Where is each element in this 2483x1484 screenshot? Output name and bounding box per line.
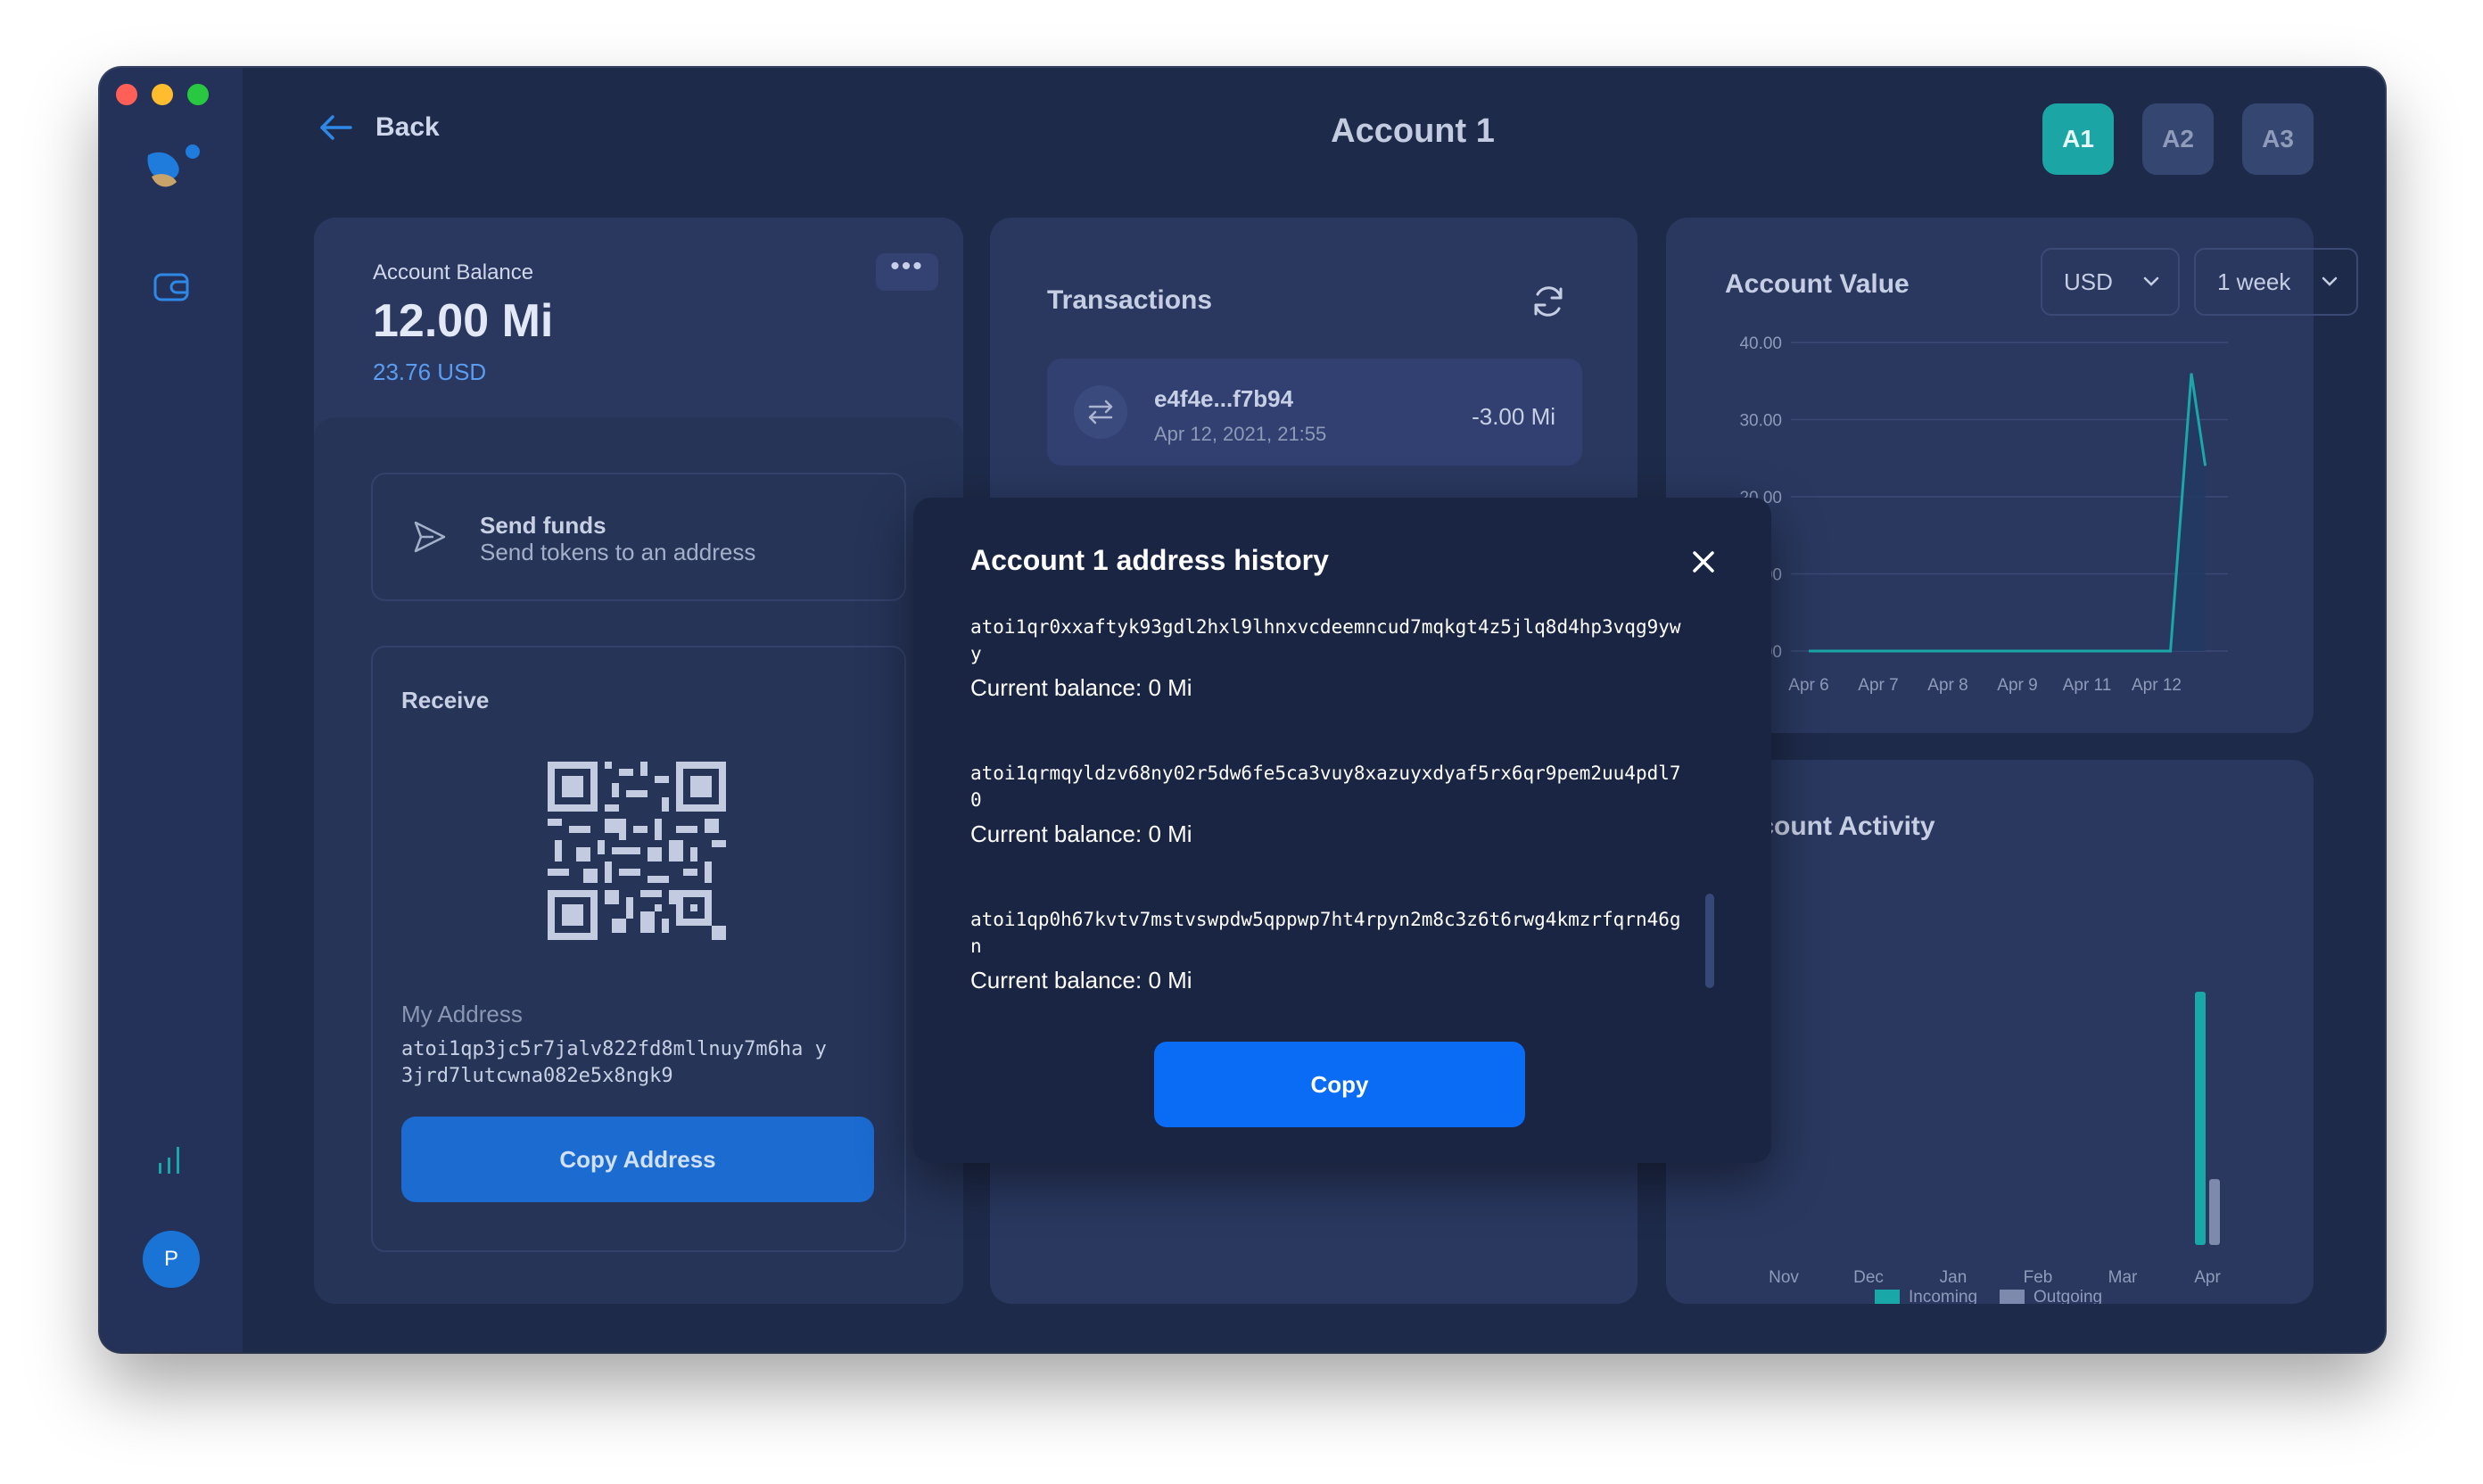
address-text: atoi1qr0xxaftyk93gdl2hxl9lhnxvcdeemncud7… bbox=[970, 616, 1681, 664]
back-button[interactable]: Back bbox=[318, 112, 440, 143]
address-balance: Current balance: 0 Mi bbox=[970, 674, 1192, 701]
arrow-left-icon bbox=[320, 115, 352, 140]
minimize-window-button[interactable] bbox=[152, 84, 173, 105]
activity-chart-icon[interactable] bbox=[152, 1140, 191, 1179]
bar-outgoing bbox=[2209, 1179, 2220, 1245]
more-options-button[interactable]: ••• bbox=[876, 253, 938, 291]
y-tick-label: 40.00 bbox=[1739, 334, 1782, 353]
account-switcher: A1 A2 A3 bbox=[2042, 103, 2314, 175]
balance-value: 12.00 Mi bbox=[373, 295, 554, 347]
my-address-value: atoi1qp3jc5r7jalv822fd8mllnuy7m6ha y3jrd… bbox=[401, 1038, 827, 1087]
app-window: P Back Account 1 A1 A2 A3 Account Balanc… bbox=[100, 68, 2385, 1352]
x-tick-label: Apr bbox=[2194, 1268, 2221, 1287]
address-history-modal: Account 1 address history atoi1qr0xxafty… bbox=[913, 498, 1771, 1163]
address-balance: Current balance: 0 Mi bbox=[970, 820, 1192, 847]
address-qr-code bbox=[548, 762, 726, 940]
app-logo-icon bbox=[147, 144, 200, 187]
address-balance: Current balance: 0 Mi bbox=[970, 967, 1192, 993]
address-text: atoi1qp0h67kvtv7mstvswpdw5qppwp7ht4rpyn2… bbox=[970, 909, 1681, 957]
x-tick-label: Apr 6 bbox=[1788, 676, 1828, 695]
y-tick-label: 30.00 bbox=[1739, 412, 1782, 431]
legend-swatch bbox=[1875, 1290, 1900, 1304]
address-list-item: atoi1qp0h67kvtv7mstvswpdw5qppwp7ht4rpyn2… bbox=[970, 906, 1684, 1052]
send-funds-title: Send funds bbox=[480, 512, 606, 539]
x-tick-label: Mar bbox=[2108, 1268, 2138, 1287]
wallet-card: Account Balance 12.00 Mi 23.76 USD ••• S… bbox=[314, 218, 963, 1304]
modal-title: Account 1 address history bbox=[970, 544, 1329, 576]
transaction-row[interactable]: e4f4e...f7b94 Apr 12, 2021, 21:55 -3.00 … bbox=[1047, 359, 1582, 466]
transaction-date: Apr 12, 2021, 21:55 bbox=[1154, 423, 1327, 445]
x-tick-label: Apr 8 bbox=[1927, 676, 1967, 695]
x-tick-label: Apr 12 bbox=[2132, 676, 2182, 695]
x-tick-label: Apr 11 bbox=[2063, 676, 2112, 695]
x-tick-label: Jan bbox=[1940, 1268, 1967, 1287]
transaction-amount: -3.00 Mi bbox=[1472, 403, 1555, 430]
x-tick-label: Feb bbox=[2024, 1268, 2053, 1287]
chevron-down-icon bbox=[2322, 276, 2338, 286]
profile-avatar[interactable]: P bbox=[143, 1231, 200, 1288]
send-funds-subtitle: Send tokens to an address bbox=[480, 539, 756, 565]
refresh-icon[interactable] bbox=[1529, 282, 1568, 321]
window-controls bbox=[116, 84, 209, 105]
account-tab-a3[interactable]: A3 bbox=[2242, 103, 2314, 175]
send-arrow-icon bbox=[414, 521, 446, 553]
receive-panel: Receive My Address atoi1qp3jc5r7jalv822f… bbox=[371, 646, 906, 1252]
address-list-item: atoi1qr0xxaftyk93gdl2hxl9lhnxvcdeemncud7… bbox=[970, 614, 1684, 760]
bar-incoming bbox=[2195, 992, 2206, 1245]
series-area bbox=[1809, 373, 2206, 651]
copy-button[interactable]: Copy bbox=[1154, 1042, 1525, 1127]
wallet-icon[interactable] bbox=[152, 268, 191, 307]
maximize-window-button[interactable] bbox=[187, 84, 209, 105]
address-text: atoi1qrmqyldzv68ny02r5dw6fe5ca3vuy8xazuy… bbox=[970, 763, 1681, 811]
account-tab-a2[interactable]: A2 bbox=[2142, 103, 2214, 175]
series-line bbox=[1809, 373, 2207, 653]
copy-address-button[interactable]: Copy Address bbox=[401, 1117, 874, 1202]
actions-panel: Send funds Send tokens to an address Rec… bbox=[314, 417, 963, 1304]
close-icon[interactable] bbox=[1691, 549, 1716, 574]
legend-swatch bbox=[2000, 1290, 2025, 1304]
x-tick-label: Apr 7 bbox=[1858, 676, 1898, 695]
transfer-arrows-icon bbox=[1074, 385, 1127, 439]
balance-label: Account Balance bbox=[373, 260, 534, 284]
legend-label: Outgoing bbox=[2033, 1288, 2102, 1304]
balance-fiat: 23.76 USD bbox=[373, 359, 487, 385]
x-tick-label: Dec bbox=[1853, 1268, 1884, 1287]
receive-title: Receive bbox=[401, 687, 490, 713]
my-address-label: My Address bbox=[401, 1001, 523, 1027]
address-list-item: atoi1qrmqyldzv68ny02r5dw6fe5ca3vuy8xazuy… bbox=[970, 760, 1684, 906]
sidebar: P bbox=[100, 68, 243, 1352]
x-tick-label: Apr 9 bbox=[1997, 676, 2037, 695]
close-window-button[interactable] bbox=[116, 84, 137, 105]
modal-scrollbar[interactable] bbox=[1705, 894, 1714, 988]
send-funds-button[interactable]: Send funds Send tokens to an address bbox=[371, 473, 906, 601]
account-tab-a1[interactable]: A1 bbox=[2042, 103, 2114, 175]
page-title: Account 1 bbox=[1331, 112, 1495, 150]
transactions-title: Transactions bbox=[1047, 285, 1213, 315]
x-tick-label: Nov bbox=[1769, 1268, 1799, 1287]
legend-label: Incoming bbox=[1909, 1288, 1977, 1304]
back-label: Back bbox=[375, 112, 440, 142]
address-list: atoi1qr0xxaftyk93gdl2hxl9lhnxvcdeemncud7… bbox=[970, 614, 1684, 1052]
transaction-hash: e4f4e...f7b94 bbox=[1154, 385, 1294, 412]
